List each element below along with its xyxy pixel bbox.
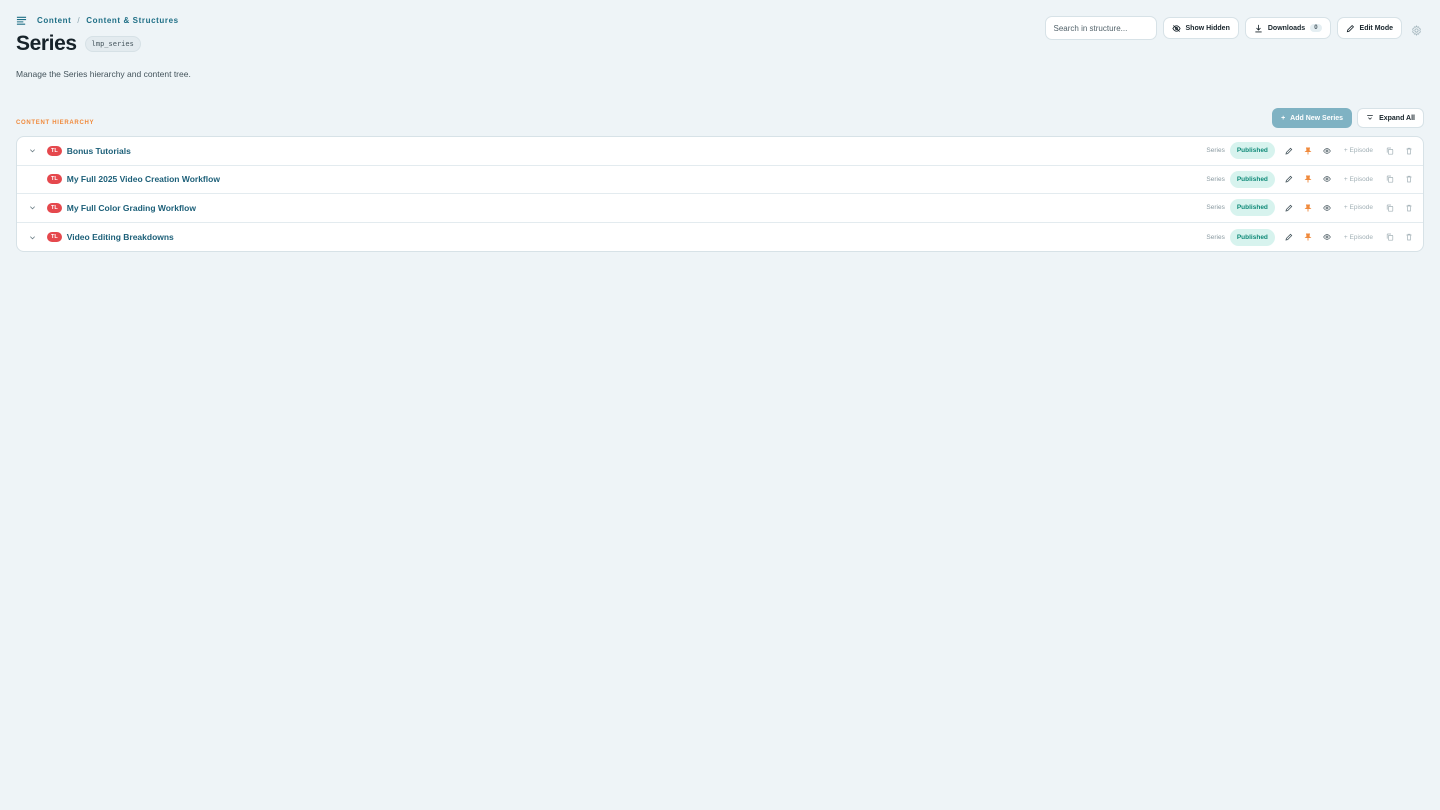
pencil-icon[interactable] — [1285, 233, 1294, 242]
add-episode-button[interactable]: + Episode — [1344, 147, 1373, 154]
hierarchy-actions: + Add New Series Expand All — [1272, 108, 1424, 128]
show-hidden-label: Show Hidden — [1185, 24, 1230, 32]
pencil-icon — [1346, 24, 1354, 32]
tree-row[interactable]: TL My Full Color Grading Workflow Series… — [17, 194, 1423, 223]
chevron-down-icon[interactable] — [27, 232, 37, 242]
row-actions: Series Published + Episode — [1206, 194, 1413, 222]
row-actions: Series Published + Episode — [1206, 223, 1413, 252]
status-badge[interactable]: Published — [1229, 170, 1275, 188]
eye-icon[interactable] — [1323, 203, 1332, 212]
search-input[interactable] — [1044, 16, 1157, 40]
row-kind: Series — [1206, 175, 1225, 183]
expand-all-label: Expand All — [1379, 114, 1415, 122]
copy-icon[interactable] — [1385, 175, 1394, 184]
copy-icon[interactable] — [1385, 146, 1394, 155]
eye-off-icon — [1171, 24, 1181, 32]
copy-icon[interactable] — [1385, 203, 1394, 212]
type-badge: TL — [47, 202, 62, 213]
plus-icon: + — [1281, 114, 1286, 122]
show-hidden-button[interactable]: Show Hidden — [1162, 17, 1239, 39]
content-tree: TL Bonus Tutorials Series Published + Ep… — [16, 136, 1424, 253]
edit-mode-button[interactable]: Edit Mode — [1336, 17, 1402, 39]
breadcrumb-separator: / — [77, 16, 81, 25]
download-icon — [1255, 24, 1262, 32]
downloads-label: Downloads — [1267, 24, 1306, 32]
pin-icon[interactable] — [1304, 203, 1313, 212]
status-badge[interactable]: Published — [1229, 199, 1275, 217]
row-title[interactable]: Video Editing Breakdowns — [67, 232, 174, 242]
add-new-series-button[interactable]: + Add New Series — [1272, 108, 1353, 128]
pin-icon[interactable] — [1304, 233, 1313, 242]
row-title[interactable]: My Full 2025 Video Creation Workflow — [67, 174, 220, 184]
breadcrumb: Content / Content & Structures — [16, 15, 179, 26]
type-badge: TL — [47, 232, 62, 243]
row-kind: Series — [1206, 233, 1225, 241]
status-badge[interactable]: Published — [1229, 142, 1275, 160]
table-code-chip: lmp_series — [84, 36, 141, 52]
pencil-icon[interactable] — [1285, 203, 1294, 212]
downloads-button[interactable]: Downloads 0 — [1244, 17, 1331, 39]
type-badge: TL — [47, 145, 62, 156]
expand-icon — [1367, 115, 1373, 120]
add-episode-button[interactable]: + Episode — [1344, 204, 1373, 211]
eye-icon[interactable] — [1323, 233, 1332, 242]
status-badge[interactable]: Published — [1229, 228, 1275, 246]
gear-icon[interactable] — [1411, 23, 1422, 36]
trash-icon[interactable] — [1404, 233, 1413, 242]
title-row: Series lmp_series — [16, 32, 141, 56]
copy-icon[interactable] — [1385, 233, 1394, 242]
type-badge: TL — [47, 174, 62, 185]
downloads-count-badge: 0 — [1310, 24, 1322, 32]
pin-icon[interactable] — [1304, 175, 1313, 184]
breadcrumb-root[interactable]: Content — [37, 16, 71, 25]
eye-icon[interactable] — [1323, 146, 1332, 155]
pencil-icon[interactable] — [1285, 175, 1294, 184]
row-actions: Series Published + Episode — [1206, 166, 1413, 194]
row-actions: Series Published + Episode — [1206, 137, 1413, 165]
row-kind: Series — [1206, 147, 1225, 155]
trash-icon[interactable] — [1404, 203, 1413, 212]
row-title[interactable]: My Full Color Grading Workflow — [67, 203, 196, 213]
tree-row[interactable]: TL Video Editing Breakdowns Series Publi… — [17, 223, 1423, 252]
chevron-down-icon[interactable] — [27, 146, 37, 156]
pencil-icon[interactable] — [1285, 146, 1294, 155]
row-kind: Series — [1206, 204, 1225, 212]
add-new-series-label: Add New Series — [1290, 114, 1344, 122]
chevron-down-icon[interactable] — [27, 203, 37, 213]
page-title: Series — [16, 32, 77, 55]
tree-row[interactable]: TL Bonus Tutorials Series Published + Ep… — [17, 137, 1423, 166]
trash-icon[interactable] — [1404, 146, 1413, 155]
trash-icon[interactable] — [1404, 175, 1413, 184]
eye-icon[interactable] — [1323, 175, 1332, 184]
menu-icon[interactable] — [16, 15, 27, 26]
toolbar: Show Hidden Downloads 0 Edit Mode — [1044, 16, 1422, 40]
page-subtitle: Manage the Series hierarchy and content … — [16, 69, 191, 79]
section-label: CONTENT HIERARCHY — [16, 120, 95, 126]
breadcrumb-current[interactable]: Content & Structures — [86, 16, 178, 25]
expand-all-button[interactable]: Expand All — [1357, 108, 1424, 128]
add-episode-button[interactable]: + Episode — [1344, 176, 1373, 183]
edit-mode-label: Edit Mode — [1359, 24, 1393, 32]
row-title[interactable]: Bonus Tutorials — [67, 146, 131, 156]
pin-icon[interactable] — [1304, 146, 1313, 155]
add-episode-button[interactable]: + Episode — [1344, 234, 1373, 241]
tree-row[interactable]: TL My Full 2025 Video Creation Workflow … — [17, 166, 1423, 195]
